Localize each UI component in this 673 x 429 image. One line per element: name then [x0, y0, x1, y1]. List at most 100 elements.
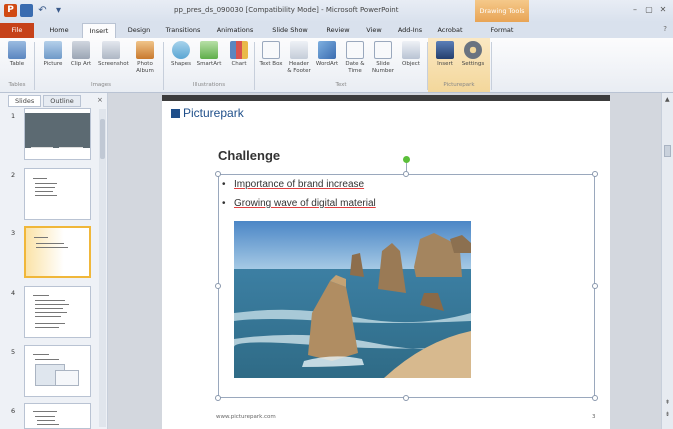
- slide-number-icon: [374, 41, 392, 59]
- picture-button[interactable]: Picture: [40, 41, 66, 81]
- object-icon: [402, 41, 420, 59]
- group-label-illustrations: Illustrations: [192, 82, 226, 88]
- date-time-button[interactable]: Date & Time: [342, 41, 368, 81]
- group-label-picturepark: Picturepark: [443, 82, 475, 88]
- screenshot-button[interactable]: Screenshot: [98, 41, 129, 81]
- scroll-up-icon[interactable]: ▲: [665, 96, 670, 103]
- tab-acrobat[interactable]: Acrobat: [432, 23, 468, 38]
- next-slide-icon[interactable]: ⇟: [665, 411, 670, 418]
- tab-review[interactable]: Review: [320, 23, 356, 38]
- group-label-text: Text: [335, 82, 347, 88]
- insert-icon: [436, 41, 454, 59]
- group-label-tables: Tables: [8, 82, 26, 88]
- picturepark-logo: Picturepark: [171, 106, 244, 120]
- resize-handle-bottom-left[interactable]: [215, 395, 221, 401]
- slide-title[interactable]: Challenge: [218, 148, 280, 163]
- close-icon[interactable]: ✕: [657, 4, 669, 15]
- resize-handle-top-left[interactable]: [215, 171, 221, 177]
- bullet-item[interactable]: • Growing wave of digital material: [222, 198, 376, 209]
- slide-number-4: 4: [11, 289, 16, 297]
- window-title: pp_pres_ds_090030 [Compatibility Mode] -…: [174, 6, 399, 14]
- resize-handle-bottom[interactable]: [403, 395, 409, 401]
- quick-access-toolbar: P ↶ ▾: [4, 4, 65, 17]
- close-pane-icon[interactable]: ×: [97, 96, 103, 104]
- picturepark-settings-button[interactable]: Settings: [460, 41, 486, 81]
- save-icon[interactable]: [20, 4, 33, 17]
- drawing-tools-context-label: Drawing Tools: [475, 0, 529, 22]
- slide-thumbnail-3-selected[interactable]: [24, 226, 91, 278]
- smartart-button[interactable]: SmartArt: [196, 41, 222, 81]
- slide-thumbnail-1[interactable]: [24, 108, 91, 160]
- picture-icon: [44, 41, 62, 59]
- resize-handle-top-right[interactable]: [592, 171, 598, 177]
- header-footer-button[interactable]: Header & Footer: [286, 41, 312, 81]
- chart-button[interactable]: Chart: [226, 41, 252, 81]
- photo-album-icon: [136, 41, 154, 59]
- restore-icon[interactable]: ▢: [643, 4, 655, 15]
- screenshot-icon: [102, 41, 120, 59]
- tab-slides[interactable]: Slides: [8, 95, 42, 107]
- tab-transitions[interactable]: Transitions: [160, 23, 206, 38]
- scroll-thumb[interactable]: [664, 145, 671, 157]
- photo-album-button[interactable]: Photo Album: [132, 41, 158, 81]
- editor-vertical-scrollbar[interactable]: ▲ ⇞ ⇟: [661, 93, 673, 429]
- tab-design[interactable]: Design: [122, 23, 156, 38]
- slide-thumbnail-5[interactable]: [24, 345, 91, 397]
- date-time-icon: [346, 41, 364, 59]
- tab-format[interactable]: Format: [482, 23, 522, 38]
- table-button[interactable]: Table: [4, 41, 30, 81]
- minimize-icon[interactable]: –: [629, 4, 641, 15]
- table-icon: [8, 41, 26, 59]
- shapes-icon: [172, 41, 190, 59]
- tab-home[interactable]: Home: [44, 23, 74, 38]
- tab-slide-show[interactable]: Slide Show: [266, 23, 314, 38]
- coastal-rocks-photo[interactable]: [234, 221, 471, 378]
- resize-handle-right[interactable]: [592, 283, 598, 289]
- text-box-icon: [262, 41, 280, 59]
- slide-number-2: 2: [11, 171, 16, 179]
- wordart-button[interactable]: WordArt: [314, 41, 340, 81]
- tab-view[interactable]: View: [360, 23, 388, 38]
- tab-animations[interactable]: Animations: [212, 23, 258, 38]
- slide-number-button[interactable]: Slide Number: [370, 41, 396, 81]
- picturepark-insert-button[interactable]: Insert: [432, 41, 458, 81]
- tab-add-ins[interactable]: Add-Ins: [392, 23, 428, 38]
- slide-thumbnail-4[interactable]: [24, 286, 91, 338]
- header-footer-icon: [290, 41, 308, 59]
- tab-file[interactable]: File: [0, 23, 34, 38]
- powerpoint-app-icon[interactable]: P: [4, 4, 17, 17]
- slide-page-number: 3: [592, 414, 596, 420]
- previous-slide-icon[interactable]: ⇞: [665, 399, 670, 406]
- object-button[interactable]: Object: [398, 41, 424, 81]
- rotation-handle[interactable]: [403, 156, 410, 163]
- slide-footer: www.picturepark.com: [216, 414, 276, 420]
- bullet-item[interactable]: • Importance of brand increase: [222, 179, 364, 190]
- slide-number-1: 1: [11, 112, 16, 120]
- undo-icon[interactable]: ↶: [36, 4, 49, 17]
- group-label-images: Images: [90, 82, 112, 88]
- smartart-icon: [200, 41, 218, 59]
- slide-number-6: 6: [11, 407, 16, 415]
- settings-icon: [464, 41, 482, 59]
- window-controls: – ▢ ✕: [629, 4, 669, 15]
- resize-handle-bottom-right[interactable]: [592, 395, 598, 401]
- text-box-button[interactable]: Text Box: [258, 41, 284, 81]
- chart-icon: [230, 41, 248, 59]
- pane-scrollbar[interactable]: [99, 109, 106, 427]
- wordart-icon: [318, 41, 336, 59]
- resize-handle-left[interactable]: [215, 283, 221, 289]
- picturepark-logo-icon: [171, 108, 180, 118]
- slide-thumbnail-6[interactable]: [24, 403, 91, 429]
- help-icon[interactable]: ?: [663, 25, 667, 33]
- ribbon: Table Picture Clip Art Screenshot Photo …: [0, 38, 673, 93]
- tab-outline[interactable]: Outline: [43, 95, 81, 107]
- shapes-button[interactable]: Shapes: [168, 41, 194, 81]
- tab-insert[interactable]: Insert: [82, 23, 116, 38]
- title-bar: P ↶ ▾ pp_pres_ds_090030 [Compatibility M…: [0, 0, 673, 22]
- customize-quick-access-icon[interactable]: ▾: [52, 4, 65, 17]
- clip-art-button[interactable]: Clip Art: [68, 41, 94, 81]
- slide-number-5: 5: [11, 348, 16, 356]
- resize-handle-top[interactable]: [403, 171, 409, 177]
- slide-number-3: 3: [11, 229, 16, 237]
- slide-thumbnail-2[interactable]: [24, 168, 91, 220]
